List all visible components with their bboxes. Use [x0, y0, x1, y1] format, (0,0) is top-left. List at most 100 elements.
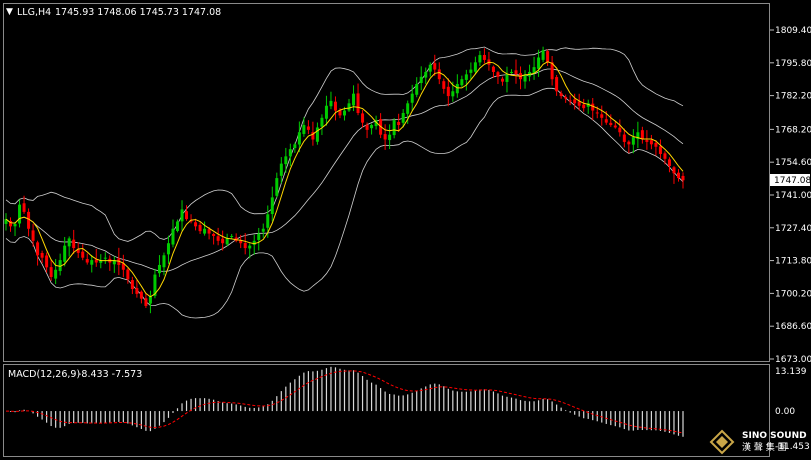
candle[interactable] — [180, 200, 184, 231]
candle[interactable] — [130, 276, 134, 295]
candle[interactable] — [591, 98, 595, 121]
candle[interactable] — [419, 66, 423, 91]
candle[interactable] — [306, 120, 310, 135]
candle[interactable] — [573, 93, 577, 110]
candle[interactable] — [514, 59, 518, 84]
candle[interactable] — [166, 235, 170, 264]
candle[interactable] — [618, 119, 622, 137]
candle[interactable] — [446, 78, 450, 107]
candle[interactable] — [72, 229, 76, 254]
candle[interactable] — [636, 121, 640, 149]
candle[interactable] — [18, 199, 22, 228]
candle[interactable] — [600, 105, 604, 126]
candle[interactable] — [586, 99, 590, 114]
candle[interactable] — [189, 214, 193, 224]
candle[interactable] — [550, 55, 554, 86]
candle[interactable] — [67, 236, 71, 257]
candle[interactable] — [144, 292, 148, 309]
candle[interactable] — [112, 256, 116, 273]
candle[interactable] — [121, 254, 125, 278]
candle[interactable] — [640, 126, 644, 144]
candle[interactable] — [676, 169, 680, 182]
candle[interactable] — [546, 49, 550, 67]
candle[interactable] — [482, 48, 486, 64]
candle[interactable] — [320, 114, 324, 136]
candle[interactable] — [171, 219, 175, 248]
candlesticks[interactable] — [4, 46, 685, 314]
candle[interactable] — [234, 233, 238, 243]
candle[interactable] — [528, 64, 532, 82]
trading-chart[interactable]: ▼ LLG,H4 1745.93 1748.06 1745.73 1747.08… — [0, 0, 811, 460]
dropdown-arrow-icon[interactable]: ▼ — [6, 7, 13, 17]
candle[interactable] — [27, 208, 31, 237]
candle[interactable] — [257, 227, 261, 251]
candle[interactable] — [252, 234, 256, 255]
candle[interactable] — [162, 252, 166, 276]
candle[interactable] — [478, 50, 482, 66]
candle[interactable] — [288, 143, 292, 167]
candle[interactable] — [203, 221, 207, 236]
candle[interactable] — [148, 290, 152, 314]
candle[interactable] — [658, 139, 662, 159]
candle[interactable] — [523, 70, 527, 89]
candle[interactable] — [568, 95, 572, 106]
candle[interactable] — [627, 140, 631, 154]
candle[interactable] — [424, 67, 428, 85]
candle[interactable] — [663, 151, 667, 165]
candle[interactable] — [45, 252, 49, 273]
candle[interactable] — [315, 122, 319, 145]
candle[interactable] — [54, 259, 58, 285]
candle[interactable] — [469, 62, 473, 80]
candle[interactable] — [532, 56, 536, 80]
candle[interactable] — [649, 134, 653, 150]
candle[interactable] — [509, 69, 513, 74]
candle[interactable] — [58, 253, 62, 276]
candle[interactable] — [139, 290, 143, 304]
candle[interactable] — [40, 250, 44, 264]
candle[interactable] — [36, 240, 40, 266]
candle[interactable] — [631, 129, 635, 154]
candle[interactable] — [487, 51, 491, 71]
candle[interactable] — [500, 76, 504, 86]
candle[interactable] — [464, 69, 468, 91]
candle[interactable] — [347, 98, 351, 112]
candle[interactable] — [212, 232, 216, 245]
candle[interactable] — [505, 66, 509, 93]
candle[interactable] — [519, 66, 523, 90]
candle[interactable] — [81, 244, 85, 261]
candle[interactable] — [198, 222, 202, 234]
candle[interactable] — [157, 255, 161, 277]
candle[interactable] — [496, 70, 500, 84]
candle[interactable] — [216, 227, 220, 246]
candle[interactable] — [333, 96, 337, 121]
candle[interactable] — [270, 186, 274, 222]
candle[interactable] — [559, 90, 563, 99]
candle[interactable] — [577, 93, 581, 111]
candle[interactable] — [293, 142, 297, 153]
candle[interactable] — [302, 117, 306, 137]
candle[interactable] — [9, 217, 13, 232]
candle[interactable] — [329, 91, 333, 110]
candle[interactable] — [555, 74, 559, 96]
candle[interactable] — [225, 233, 229, 247]
candle[interactable] — [667, 157, 671, 173]
candle[interactable] — [672, 166, 676, 184]
candle[interactable] — [455, 74, 459, 98]
candle[interactable] — [415, 77, 419, 98]
candle[interactable] — [13, 221, 17, 236]
candle[interactable] — [261, 223, 265, 238]
candle[interactable] — [103, 252, 107, 264]
candle[interactable] — [90, 254, 94, 273]
candle[interactable] — [442, 78, 446, 94]
candle[interactable] — [460, 75, 464, 87]
candle[interactable] — [4, 213, 8, 231]
candle[interactable] — [230, 233, 234, 239]
candle[interactable] — [243, 233, 247, 255]
candle[interactable] — [284, 147, 288, 173]
candle[interactable] — [85, 253, 89, 265]
candle[interactable] — [135, 279, 139, 298]
candle[interactable] — [275, 172, 279, 198]
candle[interactable] — [582, 98, 586, 112]
candle[interactable] — [541, 46, 545, 63]
candle[interactable] — [383, 124, 387, 150]
